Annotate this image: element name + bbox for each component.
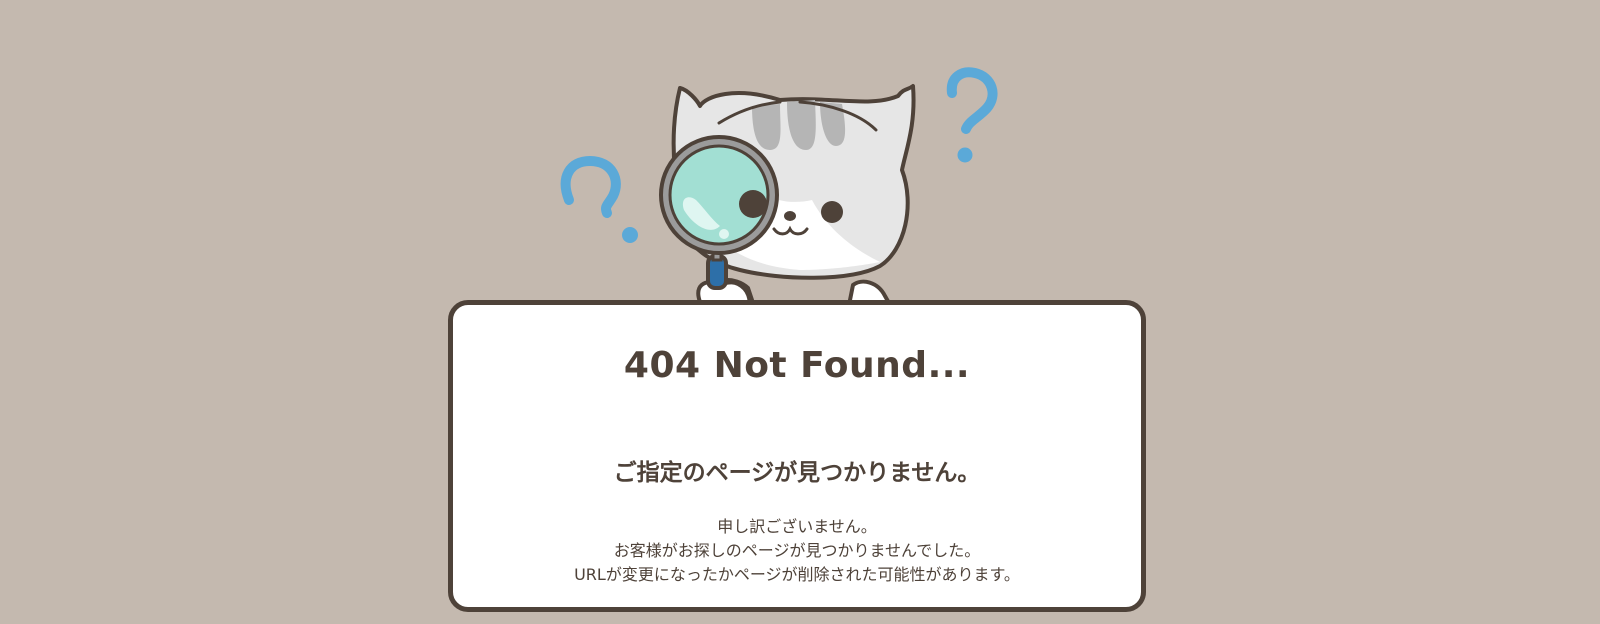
cat-illustration: [659, 84, 916, 312]
message-line: お客様がお探しのページが見つかりませんでした。: [613, 541, 981, 560]
page-title: 404 Not Found...: [623, 345, 971, 386]
illustration: [0, 0, 1600, 312]
message-line: URLが変更になったかページが削除された可能性があります。: [574, 565, 1020, 584]
error-subtitle: ご指定のページが見つかりません。: [613, 460, 981, 486]
question-mark-icon: [946, 67, 998, 163]
error-message: 申し訳ございません。 お客様がお探しのページが見つかりませんでした。 URLが変…: [453, 515, 1141, 587]
message-line: 申し訳ございません。: [717, 517, 877, 536]
question-mark-icon: [560, 155, 638, 243]
error-card: 404 Not Found... ご指定のページが見つかりません。 申し訳ござい…: [448, 300, 1146, 612]
